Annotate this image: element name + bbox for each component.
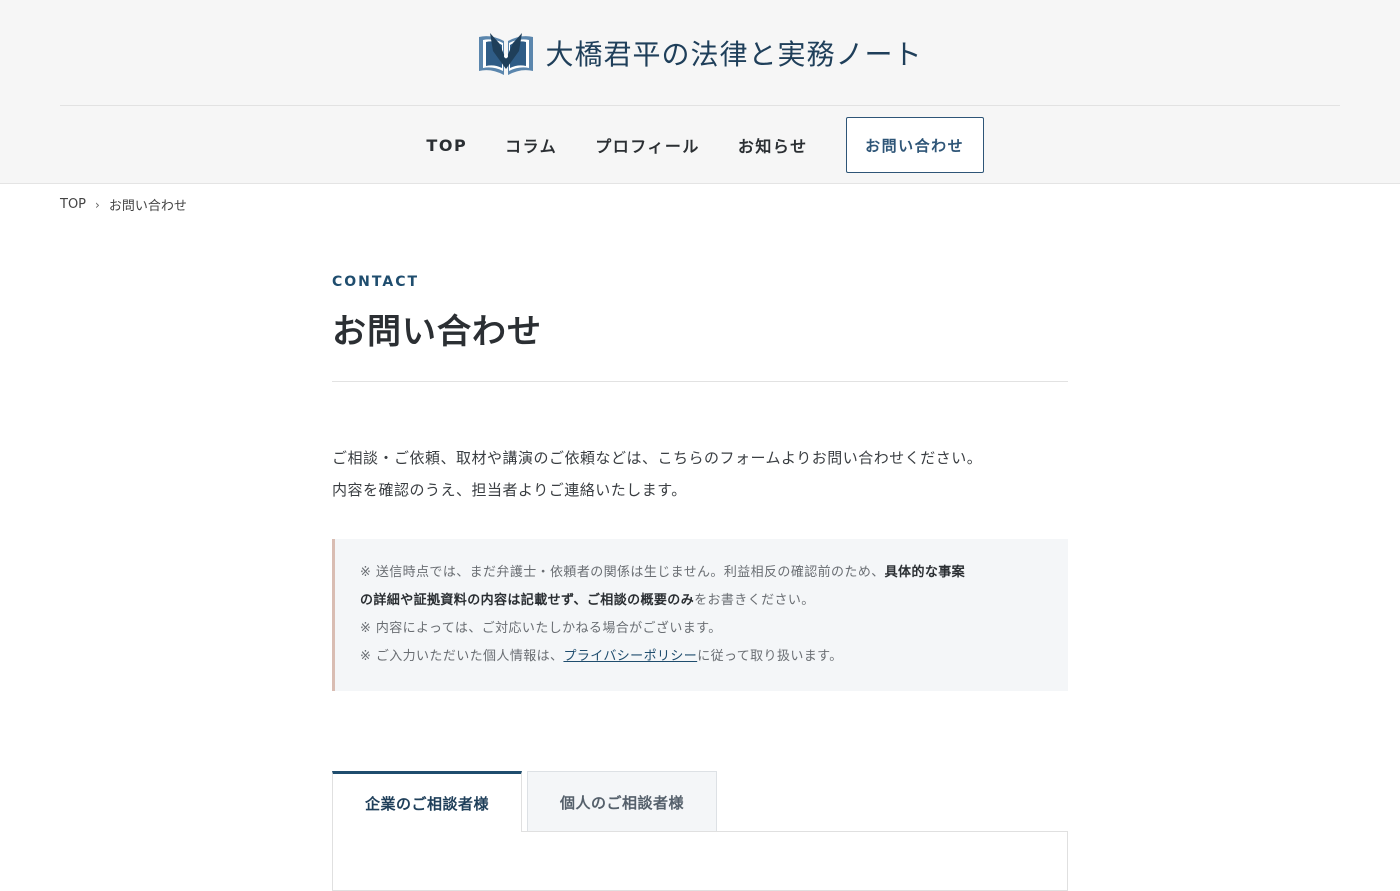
notice-line-3: ※ 内容によっては、ご対応いたしかねる場合がございます。 bbox=[360, 621, 722, 636]
nav-item-top[interactable]: TOP bbox=[426, 136, 467, 155]
tab-individual[interactable]: 個人のご相談者様 bbox=[527, 771, 717, 832]
notice-line-2-text: をお書きください。 bbox=[694, 593, 815, 608]
nav-item-column[interactable]: コラム bbox=[505, 133, 557, 157]
notice-line-2: の詳細や証拠資料の内容は記載せず、ご相談の概要のみをお書きください。 bbox=[360, 587, 1044, 615]
lead-text: ご相談・ご依頼、取材や講演のご依頼などは、こちらのフォームよりお問い合わせくださ… bbox=[332, 442, 1068, 506]
notice-line-1-text: ※ 送信時点では、まだ弁護士・依頼者の関係は生じません。利益相反の確認前のため、 bbox=[360, 565, 885, 580]
breadcrumb: TOP › お問い合わせ bbox=[60, 195, 187, 214]
tab-panel-join bbox=[333, 830, 521, 832]
main-content: CONTACT お問い合わせ ご相談・ご依頼、取材や講演のご依頼などは、こちらの… bbox=[332, 274, 1068, 691]
chevron-right-icon: › bbox=[95, 197, 100, 212]
notice-line-4: ※ ご入力いただいた個人情報は、プライバシーポリシーに従って取り扱います。 bbox=[360, 643, 1044, 671]
notice-line-4-text: ※ ご入力いただいた個人情報は、 bbox=[360, 649, 564, 664]
site-title: 大橋君平の法律と実務ノート bbox=[545, 37, 923, 71]
open-book-pen-icon bbox=[479, 32, 534, 75]
notice-line-1: ※ 送信時点では、まだ弁護士・依頼者の関係は生じません。利益相反の確認前のため、… bbox=[360, 559, 1044, 587]
section-label: CONTACT bbox=[332, 274, 420, 290]
notice-line-4-suffix: に従って取り扱います。 bbox=[697, 649, 843, 664]
consultation-tabs: 企業のご相談者様 個人のご相談者様 bbox=[332, 771, 717, 832]
page-title: お問い合わせ bbox=[332, 312, 542, 352]
privacy-policy-link[interactable]: プライバシーポリシー bbox=[563, 649, 697, 664]
tab-corporate[interactable]: 企業のご相談者様 bbox=[332, 771, 522, 832]
breadcrumb-home-link[interactable]: TOP bbox=[60, 197, 86, 212]
site-brand[interactable]: 大橋君平の法律と実務ノート bbox=[0, 0, 1400, 105]
lead-line-1: ご相談・ご依頼、取材や講演のご依頼などは、こちらのフォームよりお問い合わせくださ… bbox=[332, 449, 983, 467]
notice-box: ※ 送信時点では、まだ弁護士・依頼者の関係は生じません。利益相反の確認前のため、… bbox=[332, 539, 1068, 691]
nav-item-profile[interactable]: プロフィール bbox=[595, 133, 700, 157]
tab-panel bbox=[332, 831, 1068, 891]
title-divider bbox=[332, 381, 1068, 382]
global-nav: TOP コラム プロフィール お知らせ お問い合わせ bbox=[0, 106, 1400, 184]
nav-item-news[interactable]: お知らせ bbox=[738, 133, 808, 157]
site-header: 大橋君平の法律と実務ノート TOP コラム プロフィール お知らせ お問い合わせ bbox=[0, 0, 1400, 184]
notice-line-2-emphasis: の詳細や証拠資料の内容は記載せず、ご相談の概要のみ bbox=[360, 593, 695, 608]
nav-contact-button[interactable]: お問い合わせ bbox=[845, 117, 984, 173]
notice-line-1-emphasis: 具体的な事案 bbox=[884, 565, 966, 580]
breadcrumb-current: お問い合わせ bbox=[108, 199, 187, 214]
lead-line-2: 内容を確認のうえ、担当者よりご連絡いたします。 bbox=[332, 481, 687, 499]
